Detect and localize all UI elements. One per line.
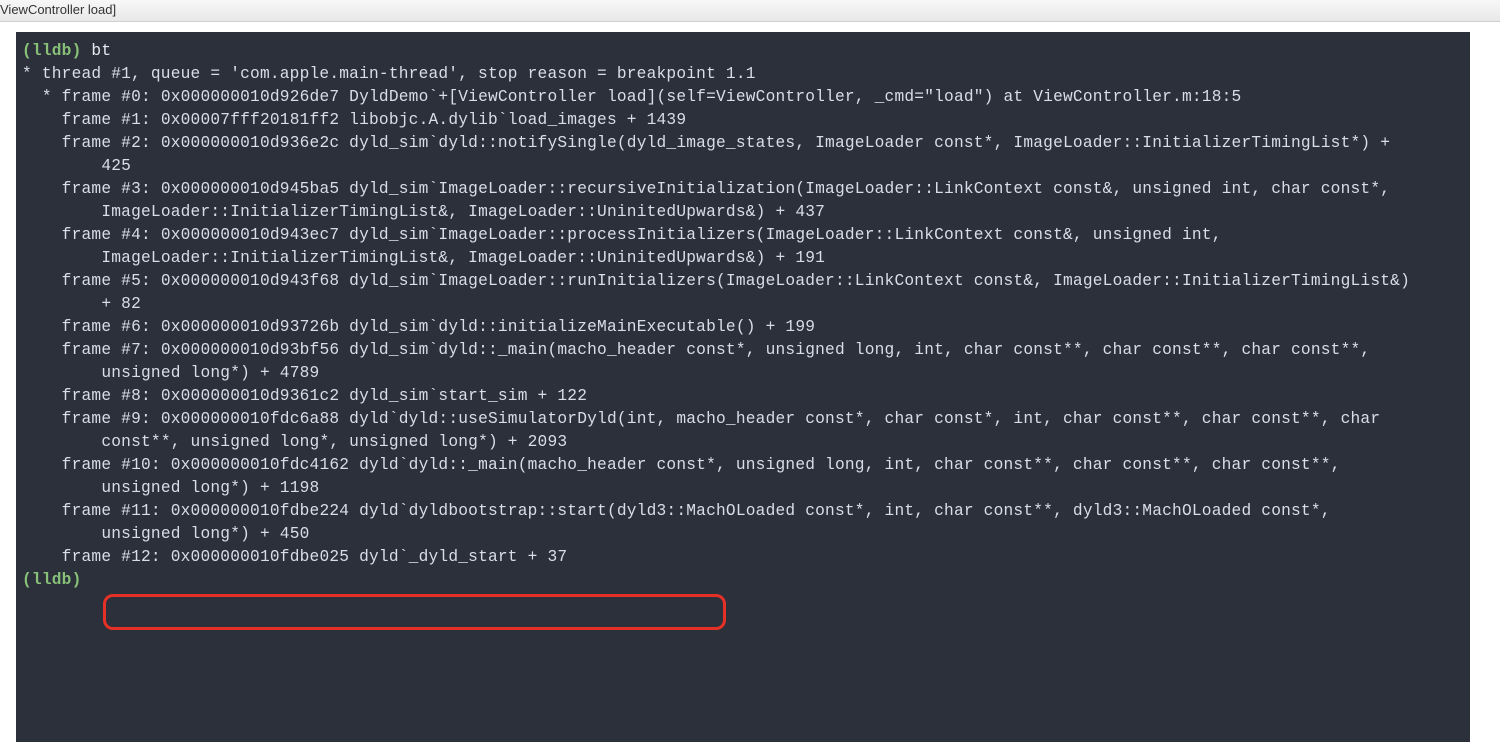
frames-block: * frame #0: 0x000000010d926de7 DyldDemo`… xyxy=(22,88,1410,566)
lldb-prompt: (lldb) xyxy=(22,42,82,60)
debug-console[interactable]: (lldb) bt * thread #1, queue = 'com.appl… xyxy=(16,32,1470,742)
console-panel-wrapper: (lldb) bt * thread #1, queue = 'com.appl… xyxy=(0,22,1500,745)
console-output: (lldb) bt * thread #1, queue = 'com.appl… xyxy=(22,40,1464,592)
bt-command: bt xyxy=(91,42,111,60)
thread-line: * thread #1, queue = 'com.apple.main-thr… xyxy=(22,65,756,83)
title-bar: ViewController load] xyxy=(0,0,1500,22)
lldb-prompt-2: (lldb) xyxy=(22,571,82,589)
highlighted-frame-marker xyxy=(103,594,726,630)
window-title: ViewController load] xyxy=(0,2,116,17)
